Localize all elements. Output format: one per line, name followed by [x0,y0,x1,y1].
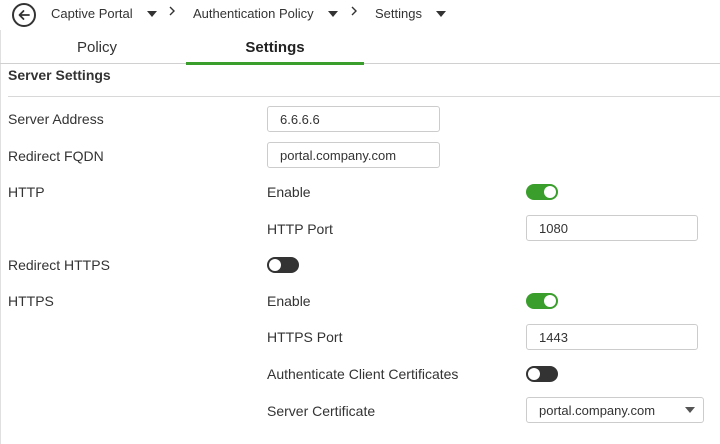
toggle-knob [544,295,556,307]
toggle-knob [528,368,540,380]
server-certificate-select[interactable]: portal.company.com [526,397,704,423]
https-port-label: HTTPS Port [267,329,343,345]
https-label: HTTPS [8,293,54,309]
breadcrumb-label: Authentication Policy [193,6,314,21]
back-button[interactable] [12,3,36,27]
caret-down-icon[interactable] [146,10,157,17]
https-port-input[interactable]: 1443 [526,324,698,350]
server-certificate-value: portal.company.com [539,402,656,418]
tab-bar: Policy Settings [0,30,720,65]
redirect-fqdn-input[interactable]: portal.company.com [267,142,440,168]
server-address-label: Server Address [8,111,104,127]
tab-settings[interactable]: Settings [186,30,364,65]
toggle-knob [269,259,281,271]
http-port-input[interactable]: 1080 [526,215,698,241]
redirect-https-label: Redirect HTTPS [8,257,110,273]
https-enable-toggle[interactable] [526,293,558,309]
content-left-border [0,30,1,444]
authenticate-client-certificates-toggle[interactable] [526,366,558,382]
section-title: Server Settings [8,67,111,83]
chevron-right-icon [167,5,177,20]
breadcrumb-label: Settings [375,6,422,21]
http-enable-toggle[interactable] [526,184,558,200]
http-label: HTTP [8,184,45,200]
chevron-right-icon [349,5,359,20]
server-address-input[interactable]: 6.6.6.6 [267,106,440,132]
arrow-left-icon [18,10,30,20]
breadcrumb-bar: Captive Portal Authentication Policy Set… [0,0,720,30]
breadcrumb-item-captive-portal[interactable]: Captive Portal [51,6,157,21]
breadcrumb-item-settings[interactable]: Settings [375,6,446,21]
toggle-knob [544,186,556,198]
http-enable-label: Enable [267,184,311,200]
breadcrumb-label: Captive Portal [51,6,133,21]
authenticate-client-certificates-label: Authenticate Client Certificates [267,366,459,382]
caret-down-icon[interactable] [327,10,338,17]
breadcrumb-item-authentication-policy[interactable]: Authentication Policy [193,6,338,21]
https-enable-label: Enable [267,293,311,309]
redirect-fqdn-label: Redirect FQDN [8,148,104,164]
section-divider [8,96,720,97]
server-certificate-label: Server Certificate [267,403,376,419]
http-port-label: HTTP Port [267,221,333,237]
tab-policy[interactable]: Policy [8,30,186,64]
redirect-https-toggle[interactable] [267,257,299,273]
caret-down-icon[interactable] [435,10,446,17]
caret-down-icon [685,407,695,413]
